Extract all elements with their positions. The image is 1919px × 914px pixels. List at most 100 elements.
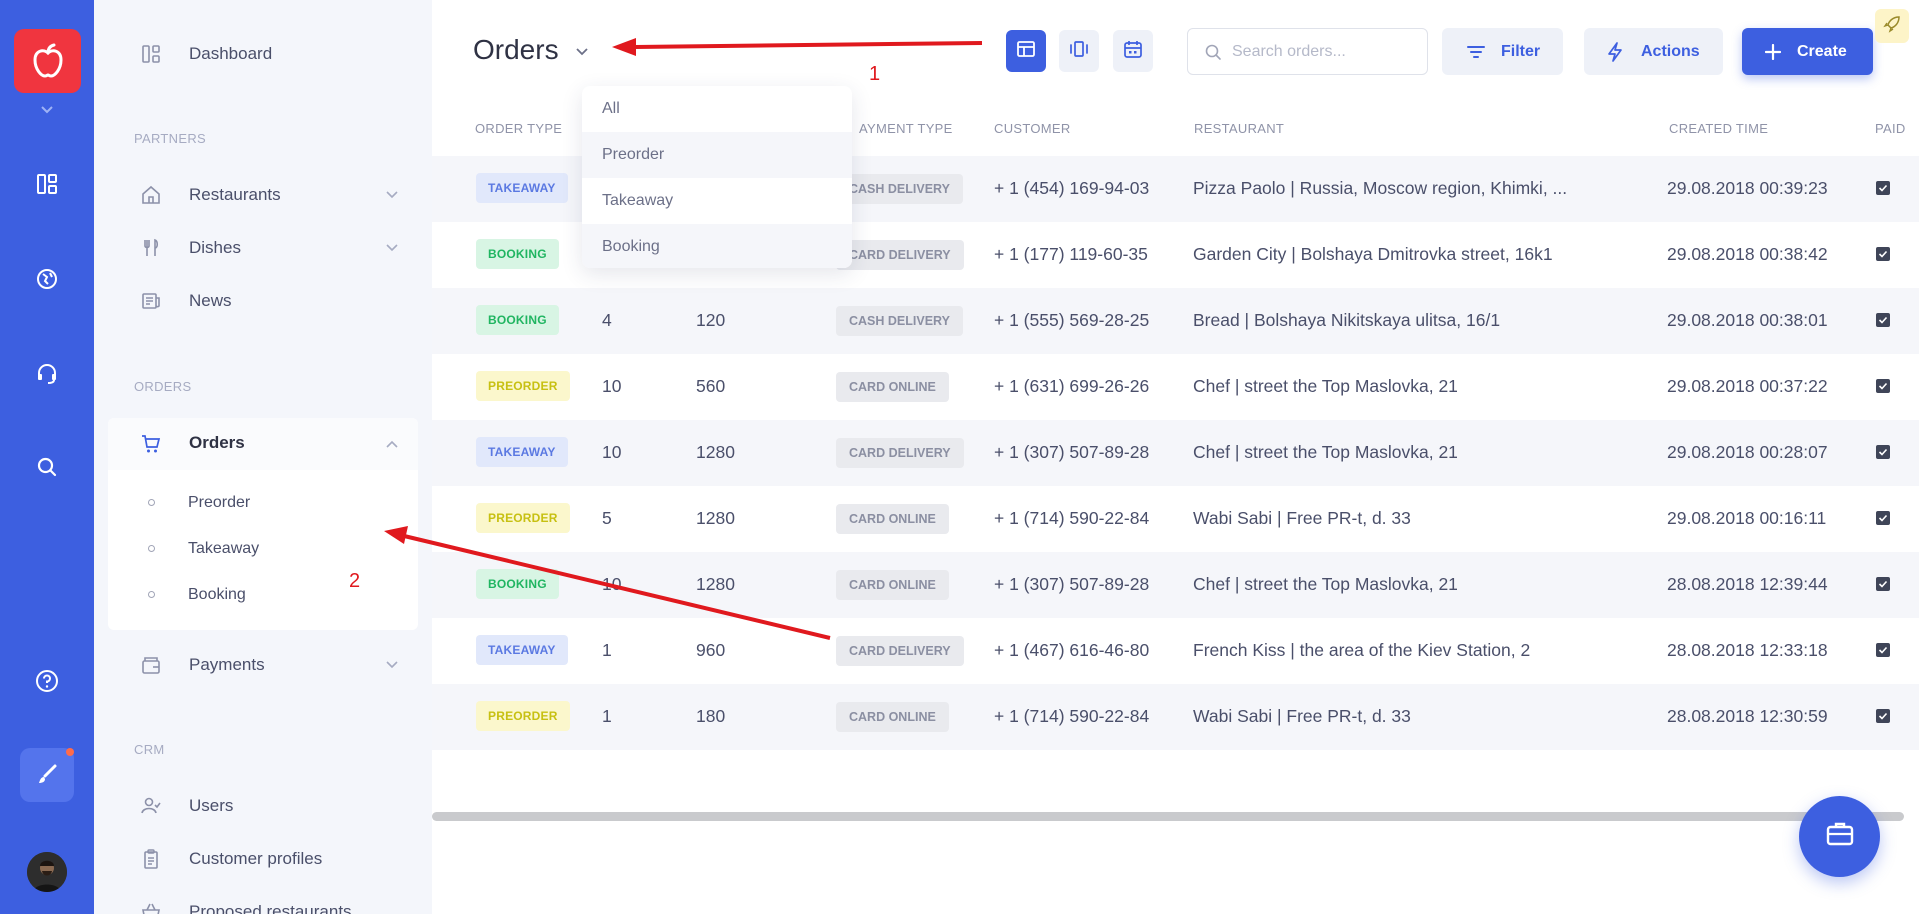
- globe-icon[interactable]: [27, 259, 67, 299]
- dropdown-option-label: Booking: [602, 238, 660, 255]
- chevron-down-icon[interactable]: [384, 240, 400, 256]
- help-icon[interactable]: [27, 661, 67, 701]
- dropdown-option-all[interactable]: All: [582, 86, 852, 132]
- search-input[interactable]: [1232, 42, 1412, 62]
- dashboard-icon: [140, 43, 162, 65]
- restaurant-cell[interactable]: Wabi Sabi | Free PR-t, d. 33: [1193, 706, 1411, 727]
- table-row[interactable]: PREORDER 5 1280 CARD ONLINE + 1 (714) 590-22…: [432, 486, 1919, 552]
- chevron-down-icon[interactable]: [37, 102, 57, 118]
- chevron-down-icon[interactable]: [574, 44, 590, 60]
- column-header-paid[interactable]: PAID: [1875, 121, 1906, 136]
- bullet-icon: [148, 545, 155, 552]
- order-type-badge: TAKEAWAY: [476, 437, 568, 467]
- clipboard-icon: [140, 848, 162, 870]
- customer-cell[interactable]: + 1 (555) 569-28-25: [994, 310, 1149, 331]
- table-row[interactable]: PREORDER 10 560 CARD ONLINE + 1 (631) 699-26…: [432, 354, 1919, 420]
- paid-checkbox[interactable]: [1876, 445, 1890, 459]
- chevron-down-icon[interactable]: [384, 187, 400, 203]
- paid-checkbox[interactable]: [1876, 379, 1890, 393]
- annotation-label-1: 1: [869, 63, 881, 85]
- rocket-button[interactable]: [1875, 9, 1909, 43]
- restaurant-cell[interactable]: Wabi Sabi | Free PR-t, d. 33: [1193, 508, 1411, 529]
- restaurant-cell[interactable]: French Kiss | the area of the Kiev Stati…: [1193, 640, 1530, 661]
- dashboard-icon[interactable]: [27, 164, 67, 204]
- restaurant-cell[interactable]: Chef | street the Top Maslovka, 21: [1193, 574, 1458, 595]
- sidebar: Dashboard PARTNERS Restaurants Dishes Ne…: [94, 0, 432, 914]
- sidebar-item-news[interactable]: News: [94, 281, 432, 321]
- restaurant-cell[interactable]: Chef | street the Top Maslovka, 21: [1193, 442, 1458, 463]
- table-row[interactable]: BOOKING 10 1280 CARD ONLINE + 1 (307) 507-89…: [432, 552, 1919, 618]
- restaurant-cell[interactable]: Pizza Paolo | Russia, Moscow region, Khi…: [1193, 178, 1567, 199]
- customer-cell[interactable]: + 1 (454) 169-94-03: [994, 178, 1149, 199]
- customer-cell[interactable]: + 1 (307) 507-89-28: [994, 442, 1149, 463]
- filter-button[interactable]: Filter: [1442, 28, 1563, 75]
- paid-checkbox[interactable]: [1876, 247, 1890, 261]
- avatar[interactable]: [27, 852, 67, 892]
- calendar-view-button[interactable]: [1113, 30, 1153, 72]
- order-type-badge: PREORDER: [476, 701, 570, 731]
- column-header-customer[interactable]: CUSTOMER: [994, 121, 1071, 136]
- paid-checkbox[interactable]: [1876, 577, 1890, 591]
- table-row[interactable]: PREORDER 1 180 CARD ONLINE + 1 (714) 590-22-…: [432, 684, 1919, 750]
- sidebar-item-customer-profiles[interactable]: Customer profiles: [94, 839, 432, 879]
- check-icon: [1878, 316, 1888, 324]
- paid-checkbox[interactable]: [1876, 709, 1890, 723]
- column-header-order-type[interactable]: ORDER TYPE: [475, 121, 562, 136]
- sum-cell: 120: [696, 310, 726, 330]
- quantity-cell: 10: [602, 376, 622, 396]
- create-button[interactable]: Create: [1742, 28, 1873, 75]
- table-row[interactable]: TAKEAWAY 10 1280 CARD DELIVERY + 1 (307) 507…: [432, 420, 1919, 486]
- horizontal-scrollbar[interactable]: [432, 812, 1904, 821]
- table-view-button[interactable]: [1006, 30, 1046, 72]
- column-header-restaurant[interactable]: RESTAURANT: [1194, 121, 1284, 136]
- kanban-view-button[interactable]: [1059, 30, 1099, 72]
- chevron-down-icon[interactable]: [384, 657, 400, 673]
- paid-checkbox[interactable]: [1876, 643, 1890, 657]
- headset-icon[interactable]: [27, 353, 67, 393]
- created-time-cell: 29.08.2018 00:16:11: [1667, 508, 1827, 528]
- table-row[interactable]: TAKEAWAY 1 960 CARD DELIVERY + 1 (467) 616-4…: [432, 618, 1919, 684]
- restaurant-cell[interactable]: Bread | Bolshaya Nikitskaya ulitsa, 16/1: [1193, 310, 1500, 331]
- customer-cell[interactable]: + 1 (714) 590-22-84: [994, 706, 1149, 727]
- customer-cell[interactable]: + 1 (177) 119-60-35: [994, 244, 1148, 265]
- customer-cell[interactable]: + 1 (714) 590-22-84: [994, 508, 1149, 529]
- briefcase-fab-button[interactable]: [1799, 796, 1880, 877]
- sidebar-item-restaurants[interactable]: Restaurants: [94, 175, 432, 215]
- dropdown-option-booking[interactable]: Booking: [582, 224, 852, 268]
- customer-cell[interactable]: + 1 (631) 699-26-26: [994, 376, 1149, 397]
- sidebar-subitem-booking[interactable]: Booking: [108, 580, 418, 610]
- table-row[interactable]: BOOKING 4 120 CASH DELIVERY + 1 (555) 569-28…: [432, 288, 1919, 354]
- briefcase-icon: [1825, 820, 1855, 853]
- paid-checkbox[interactable]: [1876, 511, 1890, 525]
- search-icon[interactable]: [27, 447, 67, 487]
- dropdown-option-takeaway[interactable]: Takeaway: [582, 178, 852, 224]
- actions-button[interactable]: Actions: [1584, 28, 1723, 75]
- sidebar-item-payments[interactable]: Payments: [94, 645, 432, 685]
- sidebar-item-orders[interactable]: Orders: [108, 418, 418, 470]
- paid-checkbox[interactable]: [1876, 313, 1890, 327]
- sidebar-item-users[interactable]: Users: [94, 786, 432, 826]
- sidebar-subitem-takeaway[interactable]: Takeaway: [108, 534, 418, 564]
- paid-checkbox[interactable]: [1876, 181, 1890, 195]
- customer-cell[interactable]: + 1 (307) 507-89-28: [994, 574, 1149, 595]
- restaurant-cell[interactable]: Garden City | Bolshaya Dmitrovka street,…: [1193, 244, 1553, 265]
- check-icon: [1878, 382, 1888, 390]
- sidebar-item-label: Restaurants: [189, 185, 281, 204]
- restaurant-cell[interactable]: Chef | street the Top Maslovka, 21: [1193, 376, 1458, 397]
- dropdown-option-preorder[interactable]: Preorder: [582, 132, 852, 178]
- sidebar-item-dashboard[interactable]: Dashboard: [94, 34, 432, 74]
- quantity-cell: 4: [602, 310, 612, 330]
- brush-icon[interactable]: [20, 748, 74, 802]
- page-title[interactable]: Orders: [473, 34, 559, 66]
- sidebar-item-dishes[interactable]: Dishes: [94, 228, 432, 268]
- apple-logo-icon[interactable]: [14, 29, 81, 93]
- column-header-created-time[interactable]: CREATED TIME: [1669, 121, 1768, 136]
- chevron-up-icon[interactable]: [384, 436, 400, 452]
- created-time-cell: 29.08.2018 00:37:22: [1667, 376, 1828, 396]
- sidebar-item-proposed-restaurants[interactable]: Proposed restaurants: [94, 892, 432, 914]
- column-header-payment-type[interactable]: AYMENT TYPE: [859, 121, 953, 136]
- sidebar-subitem-preorder[interactable]: Preorder: [108, 488, 418, 518]
- customer-cell[interactable]: + 1 (467) 616-46-80: [994, 640, 1149, 661]
- check-icon: [1878, 712, 1888, 720]
- create-button-label: Create: [1797, 42, 1847, 60]
